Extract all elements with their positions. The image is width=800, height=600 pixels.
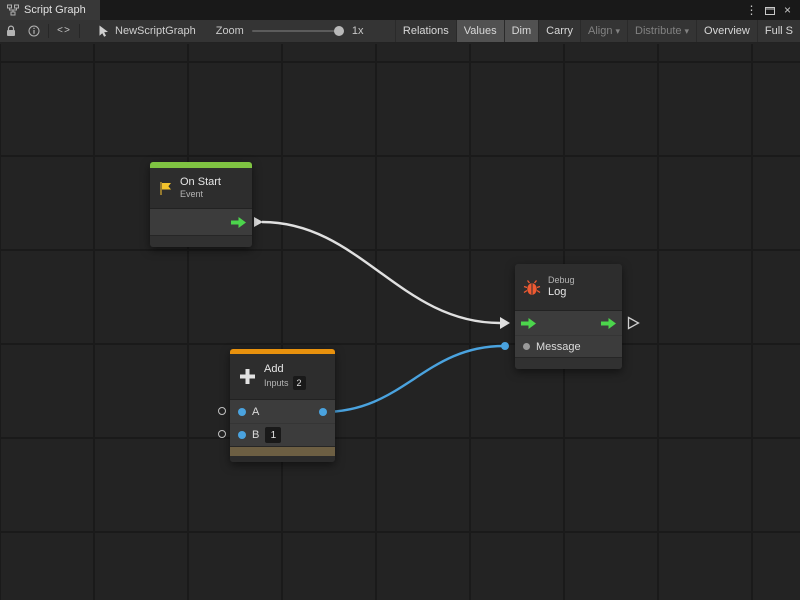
maximize-glyph <box>765 6 775 15</box>
wire-end-arrow-icon <box>500 317 510 329</box>
window-controls: ⋮ × <box>744 0 800 20</box>
port-row-a: A <box>230 400 335 423</box>
debug-log-flow-row <box>515 311 622 335</box>
relations-button[interactable]: Relations <box>395 20 456 42</box>
lock-button[interactable] <box>0 20 22 42</box>
info-icon <box>28 25 40 37</box>
code-icon: <> <box>57 26 71 37</box>
lock-icon <box>6 25 16 37</box>
flow-output-port[interactable] <box>231 217 246 228</box>
port-label: B <box>252 429 259 441</box>
wire-start-arrow-icon <box>254 217 263 227</box>
wire-onstart-to-log[interactable] <box>262 222 500 323</box>
close-icon[interactable]: × <box>780 2 795 18</box>
flag-icon <box>158 181 173 196</box>
maximize-icon[interactable] <box>762 2 777 18</box>
carry-button[interactable]: Carry <box>538 20 580 42</box>
port-label: Message <box>536 341 581 353</box>
zoom-control: Zoom 1x <box>216 25 364 37</box>
on-start-flow-row <box>150 209 252 235</box>
debug-log-header: Debug Log <box>515 264 622 310</box>
code-view-button[interactable]: <> <box>51 20 77 42</box>
flow-input-port[interactable] <box>521 318 536 329</box>
node-footer-accent <box>230 446 335 456</box>
zoom-slider[interactable] <box>252 30 344 32</box>
info-button[interactable] <box>22 20 46 42</box>
kebab-menu-icon[interactable]: ⋮ <box>744 2 759 18</box>
value-input-port-a[interactable] <box>238 408 246 416</box>
node-debug-log[interactable]: Debug Log Message <box>515 264 622 369</box>
value-output-port[interactable] <box>319 408 327 416</box>
distribute-label: Distribute <box>635 25 681 37</box>
node-subtitle: Event <box>180 189 221 200</box>
tab-label: Script Graph <box>24 4 86 16</box>
node-footer <box>515 357 622 369</box>
toolbar-separator <box>48 24 49 38</box>
overview-button[interactable]: Overview <box>696 20 757 42</box>
continue-triangle-icon[interactable] <box>627 316 640 330</box>
message-port-row: Message <box>515 335 622 357</box>
on-start-titles: On Start Event <box>180 176 221 200</box>
chevron-down-icon: ▾ <box>685 26 690 37</box>
script-graph-icon <box>7 4 19 16</box>
inputs-control: Inputs 2 <box>264 376 306 390</box>
plus-icon <box>238 367 257 386</box>
graph-name-breadcrumb[interactable]: NewScriptGraph <box>98 25 196 38</box>
values-button[interactable]: Values <box>456 20 504 42</box>
ghost-port-a-icon <box>218 407 226 415</box>
toolbar-buttons: Relations Values Dim Carry Align ▾ Distr… <box>395 20 800 42</box>
graph-asset-icon <box>98 25 109 38</box>
chevron-down-icon: ▾ <box>616 26 621 37</box>
value-input-port-b[interactable] <box>238 431 246 439</box>
node-title: Add <box>264 363 306 376</box>
node-footer <box>230 456 335 462</box>
graph-name-label: NewScriptGraph <box>115 25 196 37</box>
inputs-label: Inputs <box>264 378 289 389</box>
wires-layer <box>0 44 800 600</box>
align-label: Align <box>588 25 612 37</box>
message-input-port[interactable] <box>523 343 530 350</box>
zoom-slider-knob[interactable] <box>334 26 344 36</box>
ghost-port-b-icon <box>218 430 226 438</box>
wire-add-to-message[interactable] <box>323 346 504 412</box>
zoom-label: Zoom <box>216 25 244 37</box>
node-category: Debug <box>548 275 575 286</box>
distribute-dropdown[interactable]: Distribute ▾ <box>627 20 696 42</box>
debug-log-titles: Debug Log <box>548 275 575 299</box>
zoom-value: 1x <box>352 25 364 37</box>
port-row-b: B 1 <box>230 423 335 446</box>
align-dropdown[interactable]: Align ▾ <box>580 20 627 42</box>
graph-toolbar: <> NewScriptGraph Zoom 1x Relations Valu… <box>0 20 800 43</box>
toolbar-separator <box>79 24 80 38</box>
add-titles: Add Inputs 2 <box>264 363 306 390</box>
node-title: On Start <box>180 176 221 189</box>
dim-button[interactable]: Dim <box>504 20 539 42</box>
flow-output-port[interactable] <box>601 318 616 329</box>
node-title: Log <box>548 286 575 299</box>
add-header: Add Inputs 2 <box>230 354 335 399</box>
wire-end-dot <box>501 342 509 350</box>
port-label: A <box>252 406 259 418</box>
script-graph-window: Script Graph ⋮ × <box>0 0 800 600</box>
graph-canvas[interactable]: On Start Event <box>0 44 800 600</box>
node-add[interactable]: Add Inputs 2 A B 1 <box>230 349 335 462</box>
tab-script-graph[interactable]: Script Graph <box>0 0 100 20</box>
title-bar: Script Graph ⋮ × <box>0 0 800 20</box>
port-b-value-field[interactable]: 1 <box>265 427 281 443</box>
on-start-header: On Start Event <box>150 168 252 208</box>
node-on-start[interactable]: On Start Event <box>150 162 252 247</box>
inputs-count-field[interactable]: 2 <box>293 376 306 390</box>
node-footer <box>150 235 252 247</box>
bug-icon <box>523 279 541 296</box>
fullscreen-button[interactable]: Full S <box>757 20 800 42</box>
